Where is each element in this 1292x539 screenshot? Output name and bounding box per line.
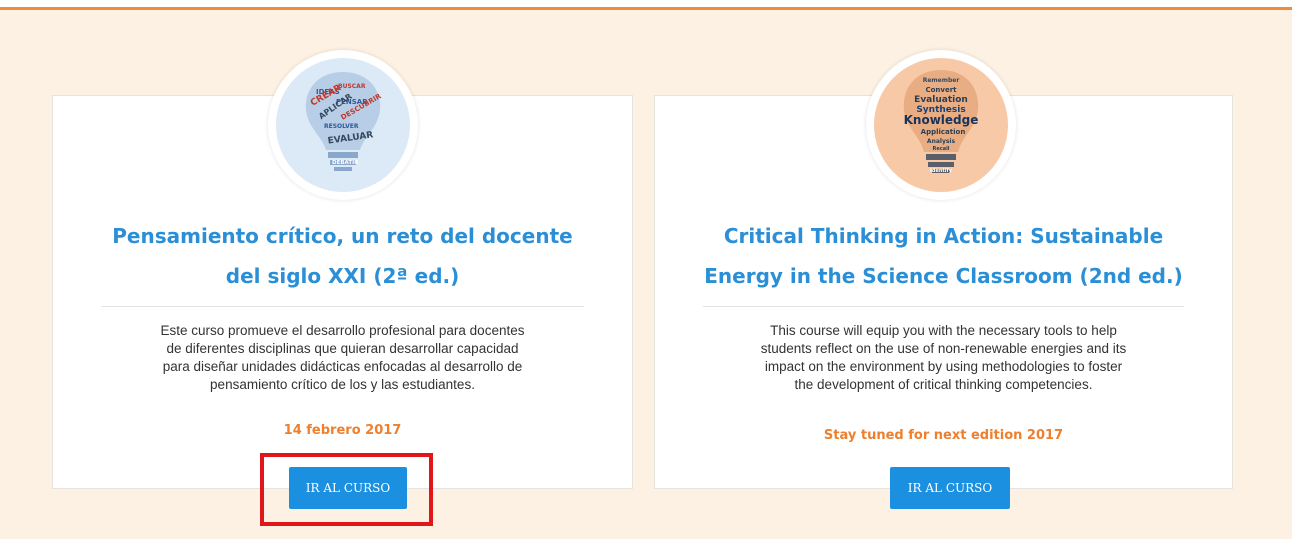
svg-text:Remember: Remember: [923, 77, 960, 84]
course-title-line-1[interactable]: Pensamiento crítico, un reto del docente: [53, 216, 632, 256]
description-line: impact on the environment by using metho…: [764, 359, 1123, 374]
description-line: the development of critical thinking com…: [794, 377, 1093, 392]
course-title-line-1[interactable]: Critical Thinking in Action: Sustainable: [655, 216, 1232, 256]
word-knowledge: Knowledge: [904, 113, 979, 127]
course-title-line-2[interactable]: del siglo XXI (2ª ed.): [53, 256, 632, 296]
description-line: pensamiento crítico de los y las estudia…: [210, 377, 475, 392]
lightbulb-word-cloud-icon: IDEAS BUSCAR CREAR PENSAR APLICAR DESCUB…: [276, 58, 410, 192]
description-line: Este curso promueve el desarrollo profes…: [160, 323, 525, 338]
lightbulb-word-cloud-icon: Remember Convert Evaluation Synthesis Kn…: [874, 58, 1008, 192]
svg-text:BUSCAR: BUSCAR: [338, 83, 366, 90]
card-divider: [101, 306, 584, 307]
course-description: This course will equip you with the nece…: [725, 322, 1162, 394]
word-debatir: DEBATIR: [332, 160, 359, 166]
course-date: 14 febrero 2017: [283, 423, 402, 438]
course-title[interactable]: Critical Thinking in Action: Sustainable…: [655, 216, 1232, 296]
go-to-course-button[interactable]: IR AL CURSO: [289, 467, 407, 509]
course-image-1[interactable]: IDEAS BUSCAR CREAR PENSAR APLICAR DESCUB…: [268, 50, 418, 200]
word-convert: Convert: [925, 86, 957, 94]
course-title[interactable]: Pensamiento crítico, un reto del docente…: [53, 216, 632, 296]
go-to-course-button[interactable]: IR AL CURSO: [890, 467, 1010, 509]
svg-text:Analysis: Analysis: [927, 138, 956, 145]
course-date: Stay tuned for next edition 2017: [823, 428, 1064, 443]
card-divider: [703, 306, 1184, 307]
word-application: Application: [921, 128, 966, 136]
word-evaluation: Evaluation: [914, 95, 968, 105]
course-listing-section: Pensamiento crítico, un reto del docente…: [0, 0, 1292, 539]
orange-rule: [0, 7, 1292, 10]
description-line: This course will equip you with the nece…: [770, 323, 1117, 338]
svg-text:RESOLVER: RESOLVER: [324, 123, 359, 130]
description-line: de diferentes disciplinas que quieran de…: [166, 341, 519, 356]
course-description: Este curso promueve el desarrollo profes…: [123, 322, 562, 394]
course-title-line-2[interactable]: Energy in the Science Classroom (2nd ed.…: [655, 256, 1232, 296]
description-line: para diseñar unidades didácticas enfocad…: [162, 359, 523, 374]
svg-text:Recall: Recall: [932, 146, 949, 152]
description-line: students reflect on the use of non-renew…: [760, 341, 1127, 356]
svg-text:Identify: Identify: [930, 168, 953, 174]
top-accent-bar: [0, 0, 1292, 10]
course-image-2[interactable]: Remember Convert Evaluation Synthesis Kn…: [866, 50, 1016, 200]
